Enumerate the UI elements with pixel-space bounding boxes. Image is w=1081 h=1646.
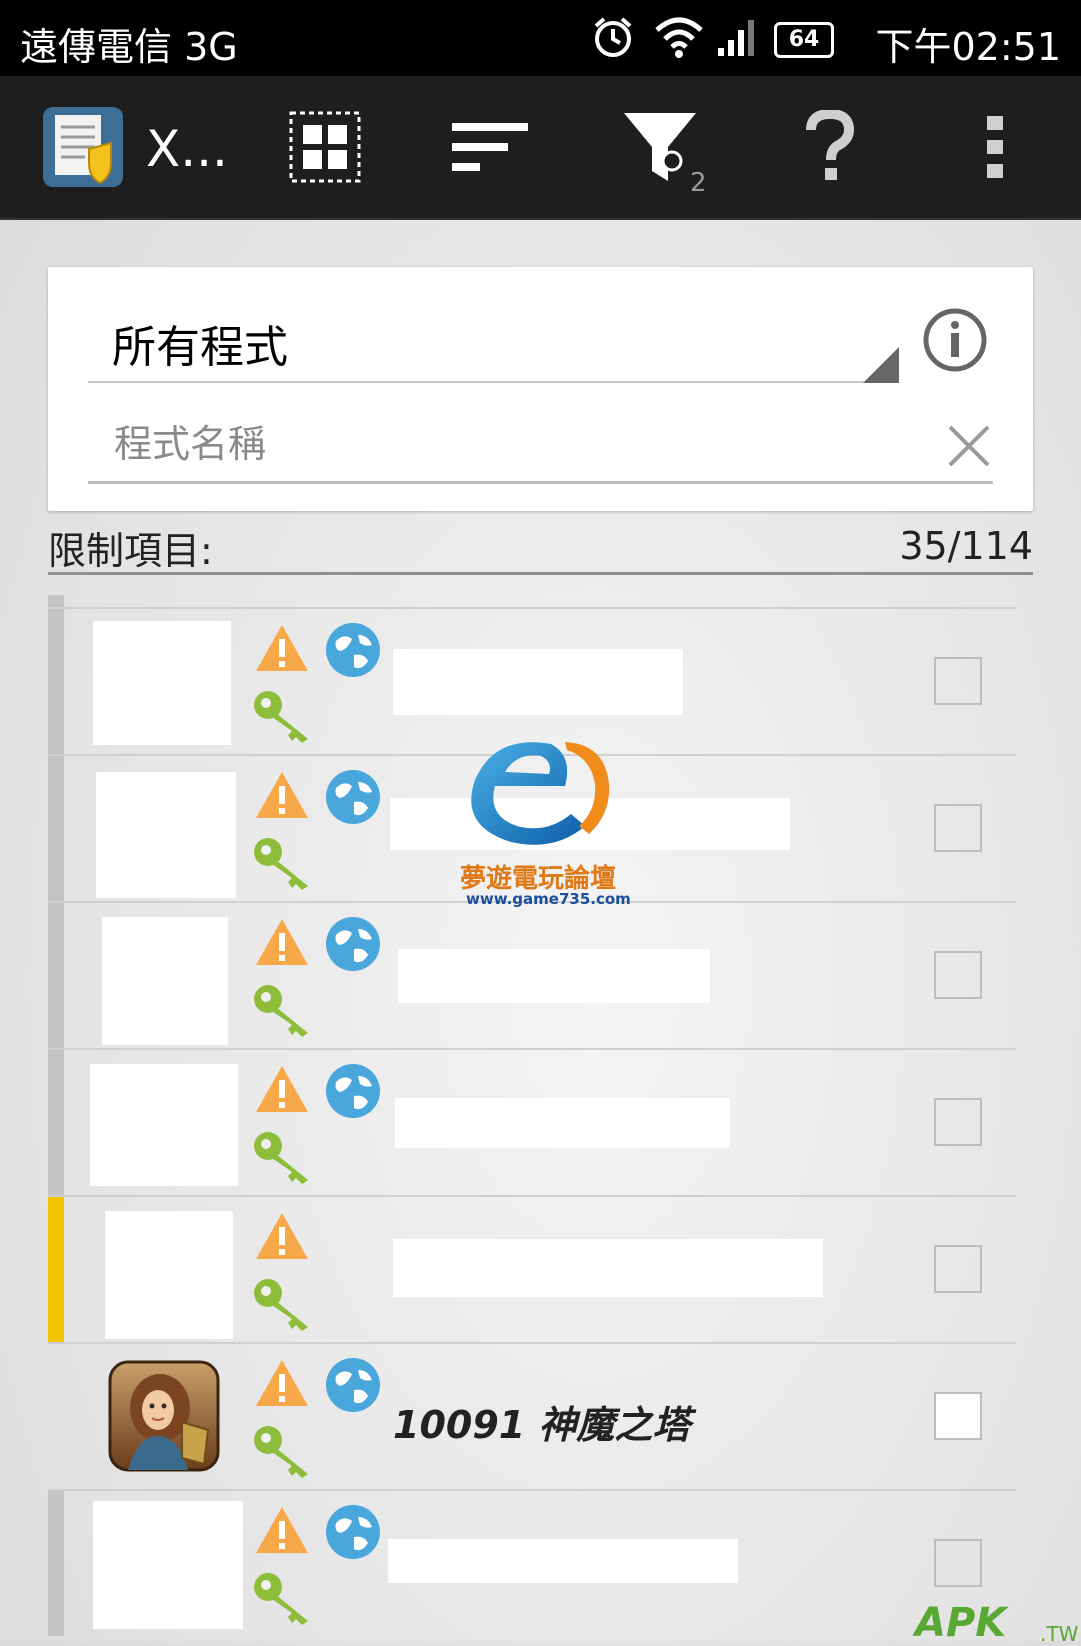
restrict-checkbox[interactable] <box>934 1539 982 1587</box>
restrictions-label: 限制項目: <box>48 529 213 573</box>
overflow-menu-icon <box>987 116 1003 178</box>
filter-count-badge: 2 <box>690 168 707 198</box>
key-icon <box>254 1426 308 1478</box>
internet-globe-icon <box>326 1064 380 1118</box>
restrict-checkbox[interactable] <box>934 1392 982 1440</box>
internet-globe-icon <box>326 770 380 824</box>
signal-icon <box>718 20 754 56</box>
warning-icon <box>256 1066 308 1112</box>
action-bar: X... 2 <box>0 76 1081 220</box>
battery-level: 64 <box>788 27 820 52</box>
info-icon[interactable] <box>922 307 988 373</box>
restriction-indicator <box>48 756 64 901</box>
app-name: 10091 神魔之塔 <box>393 1403 691 1447</box>
internet-globe-icon <box>326 1358 380 1412</box>
watermark-url: www.game735.com <box>466 890 631 908</box>
app-title: X... <box>146 120 228 178</box>
clock: 下午02:51 <box>875 25 1061 69</box>
app-category-spinner[interactable]: 所有程式 <box>112 311 288 375</box>
restrict-checkbox[interactable] <box>934 1098 982 1146</box>
clear-search-icon[interactable] <box>946 423 992 469</box>
status-bar: 遠傳電信 3G 64 下午02:51 <box>0 0 1081 76</box>
app-name-redacted <box>393 649 683 715</box>
spinner-underline <box>88 381 898 383</box>
key-icon <box>254 691 308 743</box>
warning-icon <box>256 625 308 671</box>
app-icon <box>102 917 228 1045</box>
app-logo-button[interactable] <box>40 76 126 218</box>
key-icon <box>254 1132 308 1184</box>
restriction-indicator <box>48 903 64 1048</box>
app-icon <box>105 1211 233 1339</box>
dropdown-triangle-icon[interactable] <box>863 347 899 383</box>
restriction-indicator <box>48 1491 64 1636</box>
internet-globe-icon <box>326 1505 380 1559</box>
help-icon <box>806 110 855 180</box>
warning-icon <box>256 919 308 965</box>
sort-button[interactable] <box>445 76 535 218</box>
search-underline <box>88 481 993 484</box>
restrict-checkbox[interactable] <box>934 804 982 852</box>
restrict-checkbox[interactable] <box>934 1245 982 1293</box>
list-row-partial-bar <box>48 595 64 607</box>
app-icon <box>96 772 236 898</box>
warning-icon <box>256 1213 308 1259</box>
app-logo-icon <box>43 107 123 187</box>
internet-globe-icon <box>326 917 380 971</box>
app-icon <box>108 1360 220 1472</box>
apk-watermark-suffix: .TW <box>1040 1622 1079 1646</box>
restriction-indicator <box>48 609 64 754</box>
sort-icon <box>452 123 528 171</box>
app-name-redacted <box>388 1539 738 1583</box>
restrictions-divider <box>48 572 1033 575</box>
list-item[interactable] <box>48 1197 1016 1344</box>
grid-select-icon <box>289 111 361 183</box>
overflow-menu-button[interactable] <box>955 76 1035 218</box>
alarm-icon <box>594 17 632 57</box>
key-icon <box>254 838 308 890</box>
carrier-label: 遠傳電信 3G <box>20 25 238 69</box>
wifi-icon <box>655 17 703 58</box>
restriction-indicator <box>48 1050 64 1195</box>
warning-icon <box>256 1360 308 1406</box>
warning-icon <box>256 1507 308 1553</box>
filter-card: 所有程式 <box>48 267 1033 511</box>
list-item[interactable] <box>48 1491 1016 1636</box>
app-icon <box>93 1501 243 1629</box>
app-icon <box>93 621 231 745</box>
site-watermark-logo <box>471 742 610 845</box>
restrict-checkbox[interactable] <box>934 657 982 705</box>
list-item[interactable] <box>48 903 1016 1050</box>
app-icon <box>90 1064 238 1186</box>
help-button[interactable] <box>785 76 875 218</box>
apk-watermark: APK <box>915 1600 1007 1646</box>
list-item[interactable] <box>48 1050 1016 1197</box>
battery-icon: 64 <box>774 22 834 58</box>
restriction-indicator <box>48 1197 64 1342</box>
restrictions-count: 35/114 <box>899 524 1033 568</box>
internet-globe-icon <box>326 623 380 677</box>
app-name-redacted <box>395 1098 730 1148</box>
app-name-search-input[interactable] <box>112 417 876 471</box>
list-item[interactable]: 10091 神魔之塔 <box>48 1344 1016 1491</box>
key-icon <box>254 1573 308 1625</box>
select-all-button[interactable] <box>280 76 370 218</box>
restrict-checkbox[interactable] <box>934 951 982 999</box>
app-name-redacted <box>398 949 710 1003</box>
filter-icon <box>624 113 696 181</box>
key-icon <box>254 985 308 1037</box>
key-icon <box>254 1279 308 1331</box>
app-name-redacted <box>393 1239 823 1297</box>
warning-icon <box>256 772 308 818</box>
